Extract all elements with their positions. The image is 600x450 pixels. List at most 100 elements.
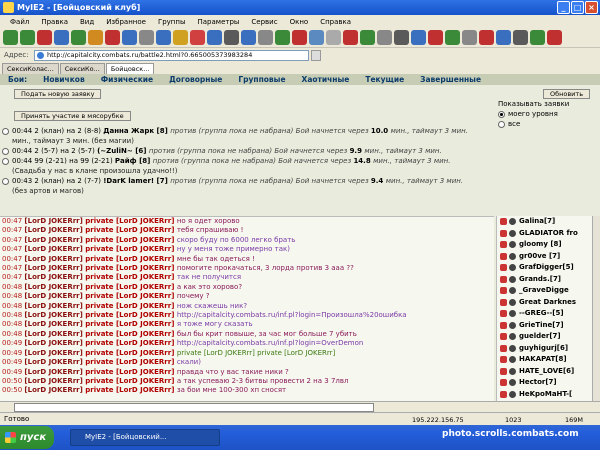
toolbar-icon[interactable]	[411, 30, 426, 45]
toolbar-icon[interactable]	[360, 30, 375, 45]
chat-recipient[interactable]: [LorD JOKERrr]	[116, 339, 177, 347]
chat-nick[interactable]: [LorD JOKERrr]	[24, 320, 85, 328]
chat-recipient[interactable]: [LorD JOKERrr]	[116, 311, 177, 319]
chat-nick[interactable]: [LorD JOKERrr]	[24, 283, 85, 291]
category-4[interactable]: Договорные	[161, 74, 230, 85]
fight-creator[interactable]: Данна Жарк [8]	[103, 127, 170, 135]
user-entry[interactable]: GLADIATOR fro	[497, 228, 592, 240]
menu-item[interactable]: Вид	[74, 18, 100, 26]
toolbar-icon[interactable]	[173, 30, 188, 45]
radio-icon[interactable]	[2, 178, 9, 185]
toolbar-icon[interactable]	[292, 30, 307, 45]
chat-recipient[interactable]: [LorD JOKERrr]	[116, 264, 177, 272]
toolbar-icon[interactable]	[462, 30, 477, 45]
user-name[interactable]: Galina[7]	[519, 217, 555, 225]
chat-recipient[interactable]: [LorD JOKERrr]	[116, 273, 177, 281]
address-input[interactable]: http://capitalcity.combats.ru/battle2.ht…	[34, 49, 309, 61]
chat-recipient[interactable]: [LorD JOKERrr]	[116, 358, 177, 366]
toolbar-icon[interactable]	[309, 30, 324, 45]
chat-recipient[interactable]: [LorD JOKERrr]	[116, 386, 177, 394]
toolbar-icon[interactable]	[190, 30, 205, 45]
new-request-button[interactable]: Подать новую заявку	[14, 89, 102, 99]
toolbar-icon[interactable]	[207, 30, 222, 45]
user-name[interactable]: guelder[7]	[519, 332, 561, 340]
toolbar-icon[interactable]	[547, 30, 562, 45]
chat-nick[interactable]: [LorD JOKERrr]	[24, 226, 85, 234]
user-entry[interactable]: guelder[7]	[497, 331, 592, 343]
taskbar-item-myie2[interactable]: MyIE2 - [Бойцовский...	[70, 429, 220, 446]
toolbar-icon[interactable]	[394, 30, 409, 45]
chat-nick[interactable]: [LorD JOKERrr]	[24, 245, 85, 253]
toolbar-icon[interactable]	[530, 30, 545, 45]
chat-nick[interactable]: [LorD JOKERrr]	[24, 273, 85, 281]
fight-row[interactable]: 00:43 2 (клан) на 2 (7-7) !DarK lamer! […	[2, 176, 580, 186]
category-3[interactable]: Физические	[93, 74, 161, 85]
chat-nick[interactable]: [LorD JOKERrr]	[24, 292, 85, 300]
chat-nick[interactable]: [LorD JOKERrr]	[24, 339, 85, 347]
toolbar-icon[interactable]	[54, 30, 69, 45]
user-entry[interactable]: Galina[7]	[497, 216, 592, 228]
user-name[interactable]: Grands.[7]	[519, 275, 561, 283]
chat-recipient[interactable]: [LorD JOKERrr]	[116, 283, 177, 291]
user-entry[interactable]: GrieTine[7]	[497, 320, 592, 332]
user-name[interactable]: --GREG--[5]	[519, 309, 564, 317]
user-entry[interactable]: HAKAPAT[8]	[497, 354, 592, 366]
join-button[interactable]: Принять участие в мясорубке	[14, 111, 131, 121]
menu-item[interactable]: Файл	[4, 18, 35, 26]
category-6[interactable]: Хаотичные	[294, 74, 358, 85]
user-name[interactable]: HAKAPAT[8]	[519, 355, 567, 363]
chat-nick[interactable]: [LorD JOKERrr]	[24, 217, 85, 225]
chat-recipient[interactable]: [LorD JOKERrr]	[116, 236, 177, 244]
user-name[interactable]: GLADIATOR fro	[519, 229, 578, 237]
user-name[interactable]: GrafDigger[5]	[519, 263, 574, 271]
user-name[interactable]: GrieTine[7]	[519, 321, 564, 329]
toolbar-icon[interactable]	[156, 30, 171, 45]
toolbar-icon[interactable]	[88, 30, 103, 45]
chat-input[interactable]	[14, 403, 374, 412]
chat-recipient[interactable]: [LorD JOKERrr]	[116, 320, 177, 328]
toolbar-icon[interactable]	[496, 30, 511, 45]
user-entry[interactable]: Hector[7]	[497, 377, 592, 389]
chat-recipient[interactable]: [LorD JOKERrr]	[116, 245, 177, 253]
chat-nick[interactable]: [LorD JOKERrr]	[24, 255, 85, 263]
menu-item[interactable]: Сервис	[245, 18, 283, 26]
fight-creator[interactable]: !DarK lamer! [7]	[103, 177, 170, 185]
radio-icon[interactable]	[2, 158, 9, 165]
toolbar-icon[interactable]	[258, 30, 273, 45]
tab-3[interactable]: Бойцовск...	[105, 63, 155, 74]
user-entry[interactable]: HATE_LOVE[6]	[497, 366, 592, 378]
tab-1[interactable]: СексиКолас...	[2, 63, 59, 74]
user-entry[interactable]: _GraveDigge	[497, 285, 592, 297]
user-name[interactable]: HATE_LOVE[6]	[519, 367, 574, 375]
chat-nick[interactable]: [LorD JOKERrr]	[24, 377, 85, 385]
chat-recipient[interactable]: [LorD JOKERrr]	[116, 217, 177, 225]
chat-nick[interactable]: [LorD JOKERrr]	[24, 236, 85, 244]
minimize-button[interactable]: _	[557, 1, 570, 14]
menu-item[interactable]: Правка	[35, 18, 74, 26]
toolbar-icon[interactable]	[71, 30, 86, 45]
user-entry[interactable]: gr00ve [7]	[497, 251, 592, 263]
refresh-button[interactable]: Обновить	[543, 89, 591, 99]
radio-icon[interactable]	[2, 148, 9, 155]
toolbar-icon[interactable]	[377, 30, 392, 45]
toolbar-icon[interactable]	[275, 30, 290, 45]
users-scrollbar[interactable]	[592, 216, 600, 401]
chat-nick[interactable]: [LorD JOKERrr]	[24, 302, 85, 310]
user-entry[interactable]: gloomy [8]	[497, 239, 592, 251]
menu-item[interactable]: Параметры	[192, 18, 246, 26]
user-name[interactable]: gr00ve [7]	[519, 252, 560, 260]
chat-nick[interactable]: [LorD JOKERrr]	[24, 349, 85, 357]
chat-nick[interactable]: [LorD JOKERrr]	[24, 358, 85, 366]
menu-item[interactable]: Избранное	[100, 18, 152, 26]
user-entry[interactable]: GrafDigger[5]	[497, 262, 592, 274]
chat-nick[interactable]: [LorD JOKERrr]	[24, 264, 85, 272]
chat-recipient[interactable]: [LorD JOKERrr]	[116, 292, 177, 300]
chat-recipient[interactable]: [LorD JOKERrr]	[116, 302, 177, 310]
toolbar-icon[interactable]	[3, 30, 18, 45]
chat-nick[interactable]: [LorD JOKERrr]	[24, 330, 85, 338]
user-name[interactable]: gloomy [8]	[519, 240, 562, 248]
category-8[interactable]: Завершенные	[412, 74, 489, 85]
user-name[interactable]: HeKpoMaHT-[	[519, 390, 572, 398]
user-entry[interactable]: guyhigurj[6]	[497, 343, 592, 355]
toolbar-icon[interactable]	[241, 30, 256, 45]
